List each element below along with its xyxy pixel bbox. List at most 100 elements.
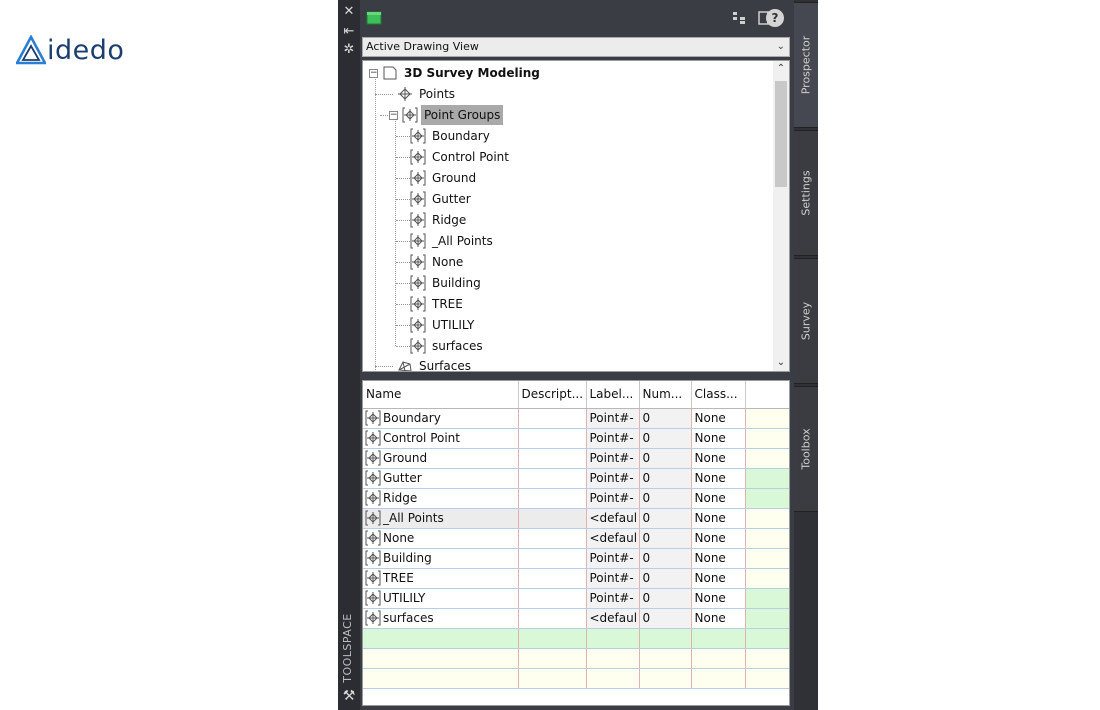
cell-class[interactable]: None <box>691 448 746 469</box>
tab-survey[interactable]: Survey <box>794 258 818 384</box>
table-row[interactable]: UTILILY Point#- 0 None <box>363 588 789 609</box>
chevron-up-icon[interactable]: ⌃ <box>773 61 789 77</box>
cell-name[interactable]: Ground <box>363 448 519 469</box>
cell-number[interactable]: 0 <box>639 448 692 469</box>
tree-item-group[interactable]: UTILILY <box>410 315 477 335</box>
close-icon[interactable]: ✕ <box>340 4 358 20</box>
collapse-icon[interactable]: − <box>369 68 378 78</box>
cell-name[interactable]: Boundary <box>363 408 519 429</box>
cell-number[interactable]: 0 <box>639 408 692 429</box>
cell-label[interactable]: Point#- <box>586 448 640 469</box>
cell-description[interactable] <box>518 568 587 589</box>
column-header-name[interactable]: Name <box>363 381 519 409</box>
chevron-down-icon[interactable]: ⌄ <box>773 355 789 371</box>
table-row[interactable]: Control Point Point#- 0 None <box>363 428 789 449</box>
table-row[interactable]: Gutter Point#- 0 None <box>363 468 789 489</box>
cell-description[interactable] <box>518 408 587 429</box>
cell-description[interactable] <box>518 548 587 569</box>
drawing-icon[interactable] <box>366 10 382 26</box>
cell-name[interactable]: UTILILY <box>363 588 519 609</box>
cell-class[interactable]: None <box>691 528 746 549</box>
tree-item-root[interactable]: − 3D Survey Modeling <box>369 63 543 83</box>
cell-label[interactable]: <defaul <box>586 508 640 529</box>
cell-description[interactable] <box>518 528 587 549</box>
cell-number[interactable]: 0 <box>639 588 692 609</box>
cell-label[interactable]: Point#- <box>586 568 640 589</box>
cell-label[interactable]: Point#- <box>586 408 640 429</box>
tree-item-group[interactable]: None <box>410 252 466 272</box>
cell-number[interactable]: 0 <box>639 488 692 509</box>
cell-label[interactable]: <defaul <box>586 528 640 549</box>
cell-class[interactable]: None <box>691 428 746 449</box>
table-row[interactable]: TREE Point#- 0 None <box>363 568 789 589</box>
pin-icon[interactable]: ⇤ <box>340 24 358 40</box>
collapse-icon[interactable]: − <box>389 110 398 120</box>
cell-label[interactable]: Point#- <box>586 428 640 449</box>
cell-number[interactable]: 0 <box>639 528 692 549</box>
cell-number[interactable]: 0 <box>639 608 692 629</box>
cell-number[interactable]: 0 <box>639 468 692 489</box>
view-dropdown[interactable]: Active Drawing View ⌄ <box>362 37 790 57</box>
cell-name[interactable]: Ridge <box>363 488 519 509</box>
cell-description[interactable] <box>518 468 587 489</box>
cell-label[interactable]: Point#- <box>586 548 640 569</box>
cell-description[interactable] <box>518 588 587 609</box>
tree-item-group[interactable]: Gutter <box>410 189 474 209</box>
tree-item-group[interactable]: surfaces <box>410 336 486 356</box>
cell-class[interactable]: None <box>691 508 746 529</box>
cell-label[interactable]: Point#- <box>586 488 640 509</box>
tree-scrollbar[interactable]: ⌃ ⌄ <box>773 61 789 371</box>
cell-description[interactable] <box>518 428 587 449</box>
cell-name[interactable]: _All Points <box>363 508 519 529</box>
tree-item-points[interactable]: Points <box>397 84 458 104</box>
tab-prospector[interactable]: Prospector <box>794 2 818 128</box>
cell-class[interactable]: None <box>691 408 746 429</box>
cell-class[interactable]: None <box>691 588 746 609</box>
cell-class[interactable]: None <box>691 488 746 509</box>
settings-icon[interactable]: ✲ <box>340 42 358 58</box>
cell-number[interactable]: 0 <box>639 428 692 449</box>
cell-description[interactable] <box>518 488 587 509</box>
table-row[interactable]: Building Point#- 0 None <box>363 548 789 569</box>
cell-number[interactable]: 0 <box>639 548 692 569</box>
tree-item-group[interactable]: _All Points <box>410 231 496 251</box>
cell-name[interactable]: surfaces <box>363 608 519 629</box>
table-row[interactable]: Boundary Point#- 0 None <box>363 408 789 429</box>
cell-class[interactable]: None <box>691 468 746 489</box>
table-row[interactable]: Ridge Point#- 0 None <box>363 488 789 509</box>
cell-name[interactable]: Building <box>363 548 519 569</box>
column-header-number[interactable]: Num... <box>639 381 692 409</box>
tree-item-group[interactable]: Building <box>410 273 484 293</box>
cell-label[interactable]: Point#- <box>586 588 640 609</box>
help-icon[interactable]: ? <box>766 9 784 27</box>
table-row[interactable]: _All Points <defaul 0 None <box>363 508 789 529</box>
cell-description[interactable] <box>518 508 587 529</box>
cell-description[interactable] <box>518 448 587 469</box>
cell-class[interactable]: None <box>691 608 746 629</box>
tab-settings[interactable]: Settings <box>794 130 818 256</box>
table-row[interactable]: surfaces <defaul 0 None <box>363 608 789 629</box>
cell-number[interactable]: 0 <box>639 508 692 529</box>
tree-item-group[interactable]: Control Point <box>410 147 512 167</box>
column-header-class[interactable]: Class... <box>691 381 746 409</box>
column-header-description[interactable]: Descript... <box>518 381 587 409</box>
cell-label[interactable]: Point#- <box>586 468 640 489</box>
cell-name[interactable]: Gutter <box>363 468 519 489</box>
tree-item-group[interactable]: TREE <box>410 294 466 314</box>
cell-label[interactable]: <defaul <box>586 608 640 629</box>
cell-description[interactable] <box>518 608 587 629</box>
tree-item-group[interactable]: Ground <box>410 168 479 188</box>
column-header-label[interactable]: Label... <box>586 381 640 409</box>
layout-icon[interactable] <box>731 10 747 26</box>
tree-item-group[interactable]: Boundary <box>410 126 493 146</box>
cell-number[interactable]: 0 <box>639 568 692 589</box>
tree-item-group[interactable]: Ridge <box>410 210 469 230</box>
cell-name[interactable]: TREE <box>363 568 519 589</box>
cell-name[interactable]: Control Point <box>363 428 519 449</box>
tree-item-point-groups[interactable]: − Point Groups <box>389 105 504 125</box>
tab-toolbox[interactable]: Toolbox <box>794 386 818 512</box>
scroll-thumb[interactable] <box>775 81 787 187</box>
cell-class[interactable]: None <box>691 548 746 569</box>
tree-item-surfaces[interactable]: Surfaces <box>397 356 474 371</box>
cell-class[interactable]: None <box>691 568 746 589</box>
